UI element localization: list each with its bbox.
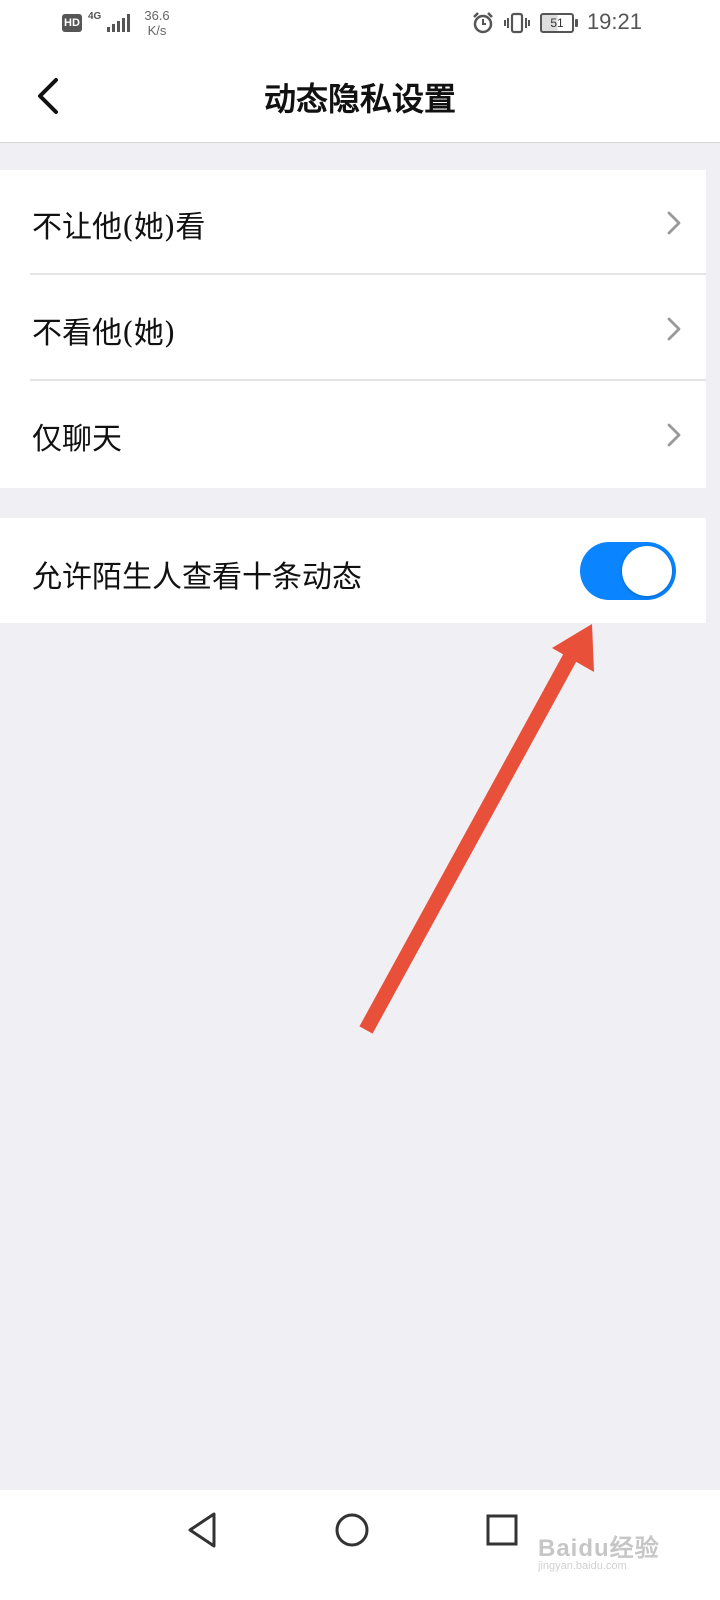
network-speed: 36.6 K/s xyxy=(144,8,169,38)
list-item-hide-theirs[interactable]: 不看他(她) xyxy=(0,276,706,382)
status-left: HD 4G 36.6 K/s xyxy=(62,8,170,38)
toggle-knob xyxy=(622,546,672,596)
chevron-right-icon xyxy=(667,317,681,341)
divider xyxy=(30,273,706,275)
list-item-label: 仅聊天 xyxy=(32,422,122,457)
baidu-watermark: Baidu经验 jingyan.baidu.com xyxy=(538,1514,668,1572)
list-item-hide-from[interactable]: 不让他(她)看 xyxy=(0,170,706,276)
nav-home-icon[interactable] xyxy=(330,1508,374,1552)
nav-recents-icon[interactable] xyxy=(480,1508,524,1552)
list-item-chat-only[interactable]: 仅聊天 xyxy=(0,382,706,488)
status-time: 19:21 xyxy=(586,9,642,34)
network-speed-value: 36.6 xyxy=(144,8,170,23)
network-type: 4G xyxy=(88,11,102,22)
alarm-icon xyxy=(473,12,493,34)
status-right: 51 xyxy=(472,12,578,34)
vibrate-icon xyxy=(504,12,530,34)
signal-icon xyxy=(107,14,131,32)
status-bar: HD 4G 36.6 K/s 51 19:21 xyxy=(0,0,720,50)
watermark-text: Baidu经验 xyxy=(538,1535,660,1562)
stranger-view-toggle[interactable] xyxy=(580,542,676,600)
divider xyxy=(30,379,706,381)
stranger-setting-label: 允许陌生人查看十条动态 xyxy=(32,560,362,595)
stranger-setting-row: 允许陌生人查看十条动态 xyxy=(0,518,706,623)
network-speed-unit: K/s xyxy=(147,23,167,38)
list-item-label: 不让他(她)看 xyxy=(32,210,206,245)
hd-badge: HD xyxy=(62,14,82,32)
watermark-subtext: jingyan.baidu.com xyxy=(538,1560,627,1572)
list-item-label: 不看他(她) xyxy=(32,316,176,351)
navigation-bar: Baidu经验 jingyan.baidu.com xyxy=(0,1490,720,1600)
chevron-right-icon xyxy=(667,211,681,235)
page-title: 动态隐私设置 xyxy=(263,80,456,118)
privacy-options-list: 不让他(她)看 不看他(她) 仅聊天 xyxy=(0,170,706,488)
battery-icon: 51 xyxy=(540,13,578,33)
title-bar: 动态隐私设置 xyxy=(0,50,720,143)
chevron-right-icon xyxy=(667,423,681,447)
nav-back-icon[interactable] xyxy=(182,1508,226,1552)
